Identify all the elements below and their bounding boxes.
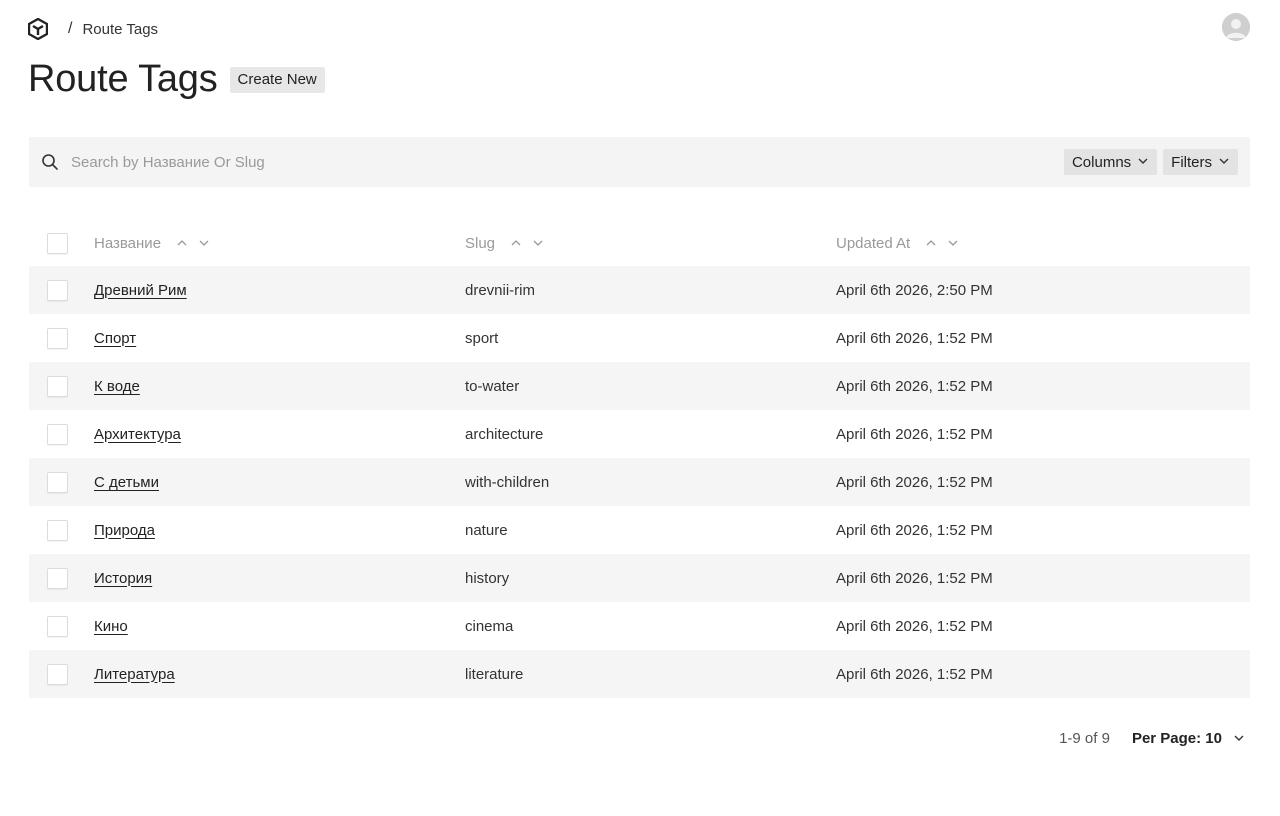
per-page-select[interactable]: Per Page: 10	[1132, 730, 1222, 747]
table-row: Спорт sport April 6th 2026, 1:52 PM	[29, 314, 1250, 362]
row-updated-at: April 6th 2026, 1:52 PM	[836, 377, 993, 395]
breadcrumb-current: Route Tags	[82, 20, 159, 38]
app-logo-icon[interactable]	[28, 18, 48, 40]
row-checkbox[interactable]	[47, 519, 68, 541]
row-updated-at: April 6th 2026, 1:52 PM	[836, 329, 993, 347]
page: / Route Tags Route Tags Create New Colum…	[0, 0, 1280, 816]
chevron-down-icon	[1218, 154, 1230, 171]
row-checkbox[interactable]	[47, 327, 68, 349]
chevron-down-icon[interactable]	[1232, 731, 1246, 745]
filters-label: Filters	[1171, 153, 1212, 171]
search-icon	[41, 153, 59, 171]
row-slug: architecture	[465, 425, 544, 443]
row-updated-at: April 6th 2026, 1:52 PM	[836, 425, 993, 443]
search-bar: Columns Filters	[29, 137, 1250, 187]
row-slug: sport	[465, 329, 499, 347]
row-slug: to-water	[465, 377, 520, 395]
table-row: Кино cinema April 6th 2026, 1:52 PM	[29, 602, 1250, 650]
sort-asc-icon[interactable]	[175, 236, 189, 250]
columns-button[interactable]: Columns	[1063, 149, 1158, 175]
row-checkbox[interactable]	[47, 471, 68, 493]
row-checkbox[interactable]	[47, 615, 68, 637]
row-checkbox[interactable]	[47, 279, 68, 301]
user-avatar-icon[interactable]	[1222, 13, 1250, 41]
sort-desc-icon[interactable]	[531, 236, 545, 250]
page-title: Route Tags	[28, 58, 218, 100]
row-name-link[interactable]: К воде	[94, 378, 140, 395]
select-all-checkbox[interactable]	[47, 232, 68, 254]
row-name-link[interactable]: Спорт	[94, 330, 136, 347]
sort-desc-icon[interactable]	[197, 236, 211, 250]
table-row: С детьми with-children April 6th 2026, 1…	[29, 458, 1250, 506]
row-name-link[interactable]: С детьми	[94, 474, 159, 491]
row-name-link[interactable]: Древний Рим	[94, 282, 187, 299]
data-table: Название Slug Updated At Древний Рим dre…	[29, 220, 1250, 698]
row-updated-at: April 6th 2026, 1:52 PM	[836, 521, 993, 539]
row-updated-at: April 6th 2026, 2:50 PM	[836, 281, 993, 299]
sort-desc-icon[interactable]	[946, 236, 960, 250]
row-checkbox[interactable]	[47, 567, 68, 589]
row-name-link[interactable]: Литература	[94, 666, 175, 683]
row-updated-at: April 6th 2026, 1:52 PM	[836, 617, 993, 635]
row-checkbox[interactable]	[47, 375, 68, 397]
columns-label: Columns	[1071, 153, 1132, 171]
row-slug: nature	[465, 521, 508, 539]
row-updated-at: April 6th 2026, 1:52 PM	[836, 665, 993, 683]
table-row: Архитектура architecture April 6th 2026,…	[29, 410, 1250, 458]
row-slug: with-children	[465, 473, 550, 491]
table-header: Название Slug Updated At	[29, 220, 1250, 266]
row-updated-at: April 6th 2026, 1:52 PM	[836, 473, 993, 491]
row-slug: literature	[465, 665, 524, 683]
row-slug: history	[465, 569, 510, 587]
filters-button[interactable]: Filters	[1163, 149, 1238, 175]
table-row: История history April 6th 2026, 1:52 PM	[29, 554, 1250, 602]
table-row: Литература literature April 6th 2026, 1:…	[29, 650, 1250, 698]
column-header-slug: Slug	[465, 234, 496, 252]
row-checkbox[interactable]	[47, 423, 68, 445]
row-updated-at: April 6th 2026, 1:52 PM	[836, 569, 993, 587]
title-row: Route Tags Create New	[28, 58, 325, 101]
row-name-link[interactable]: Природа	[94, 522, 155, 539]
table-row: К воде to-water April 6th 2026, 1:52 PM	[29, 362, 1250, 410]
breadcrumb-separator: /	[68, 20, 73, 37]
pagination: 1-9 of 9 Per Page: 10	[1059, 726, 1246, 750]
top-bar: / Route Tags	[28, 13, 1250, 42]
column-header-name: Название	[94, 234, 162, 252]
sort-asc-icon[interactable]	[509, 236, 523, 250]
chevron-down-icon	[1137, 154, 1149, 171]
pagination-range: 1-9 of 9	[1059, 729, 1110, 747]
table-row: Древний Рим drevnii-rim April 6th 2026, …	[29, 266, 1250, 314]
column-header-updated-at: Updated At	[836, 234, 911, 252]
search-input[interactable]	[71, 147, 1064, 177]
row-name-link[interactable]: История	[94, 570, 152, 587]
sort-asc-icon[interactable]	[924, 236, 938, 250]
row-name-link[interactable]: Кино	[94, 618, 128, 635]
row-slug: cinema	[465, 617, 514, 635]
row-slug: drevnii-rim	[465, 281, 536, 299]
create-new-button[interactable]: Create New	[229, 66, 325, 93]
row-checkbox[interactable]	[47, 663, 68, 685]
table-row: Природа nature April 6th 2026, 1:52 PM	[29, 506, 1250, 554]
row-name-link[interactable]: Архитектура	[94, 426, 181, 443]
